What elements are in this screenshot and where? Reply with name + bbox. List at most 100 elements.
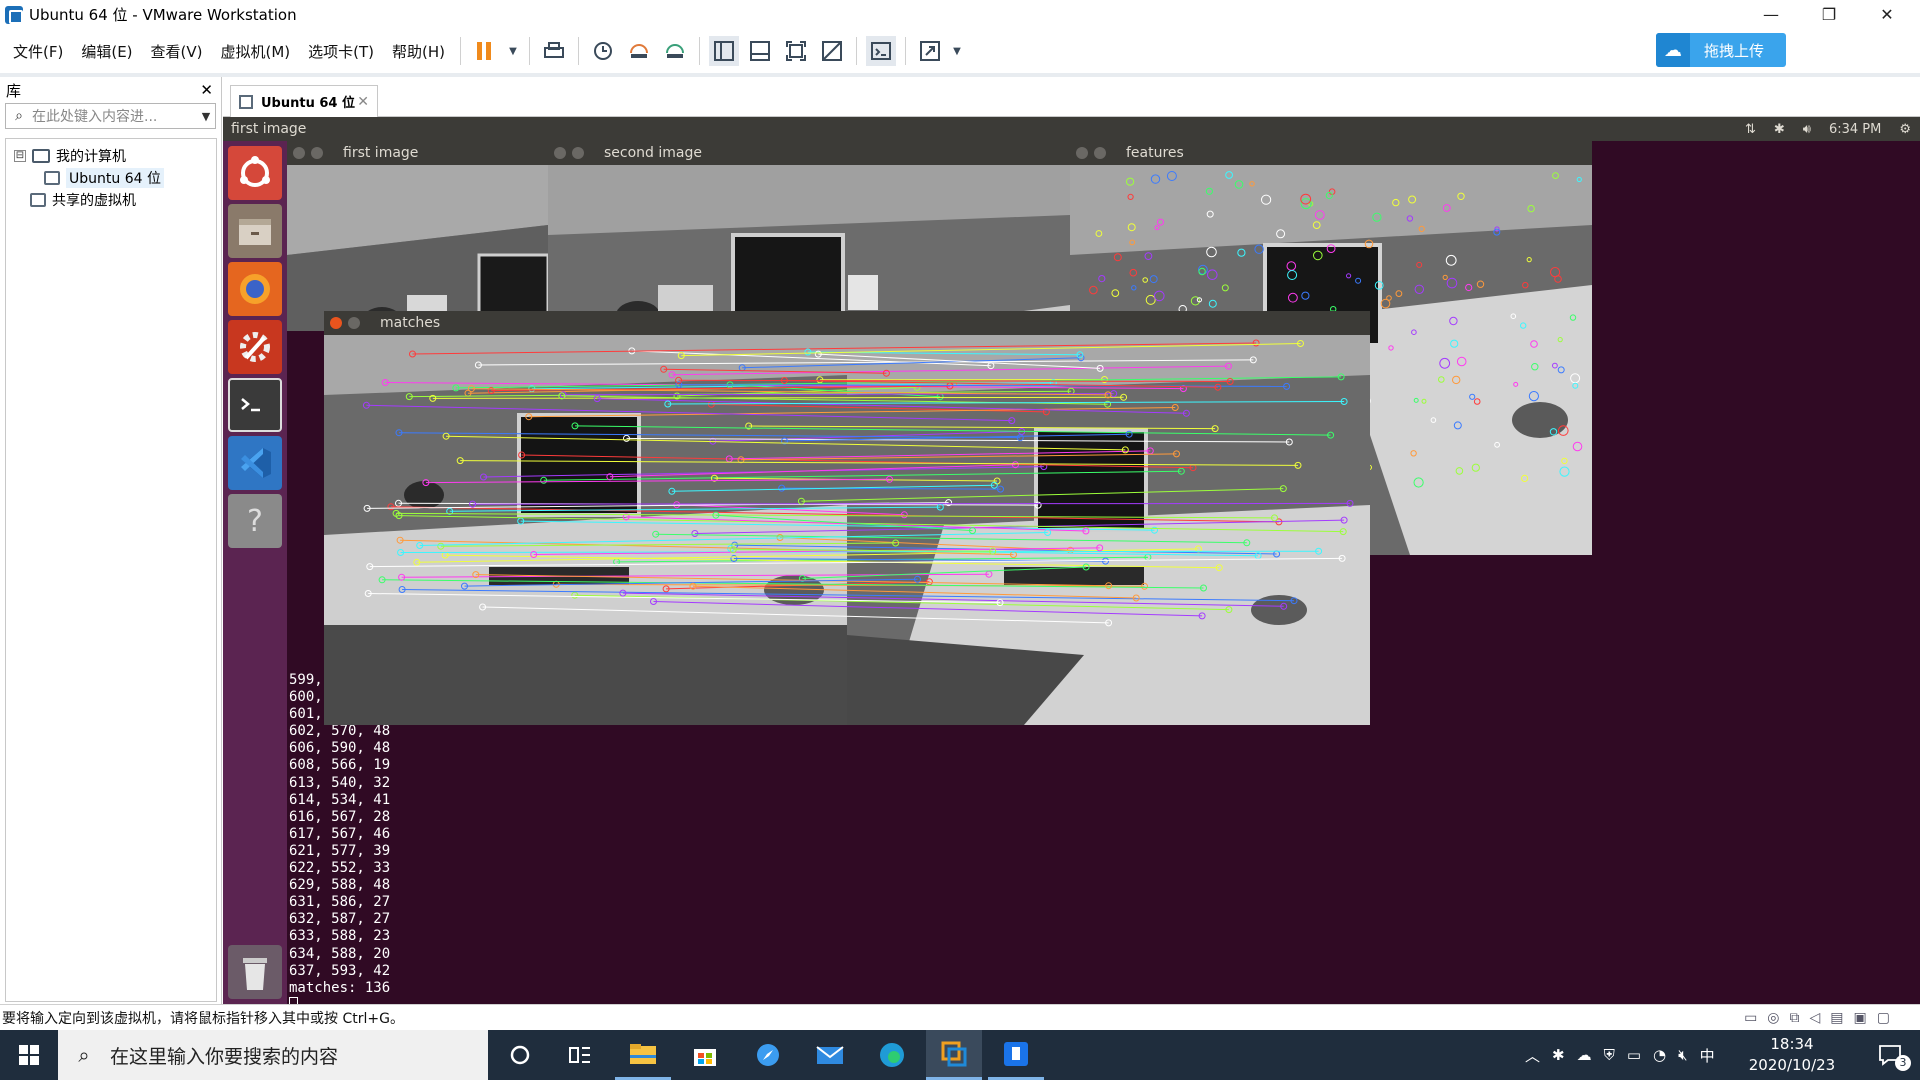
library-close-icon[interactable]: ✕ bbox=[200, 81, 213, 99]
cd-dvd-icon[interactable]: ◎ bbox=[1767, 1010, 1779, 1026]
guest-clock[interactable]: 6:34 PM bbox=[1829, 122, 1881, 137]
tab-close-icon[interactable]: ✕ bbox=[357, 94, 369, 110]
tree-item-ubuntu[interactable]: Ubuntu 64 位 bbox=[6, 167, 216, 189]
guest-screen[interactable]: first image ⇅ ✱ 🔊︎ 6:34 PM ⚙ ? 599, 600,… bbox=[223, 117, 1920, 1004]
send-ctrl-alt-del-icon[interactable] bbox=[539, 36, 569, 66]
software-updater-icon[interactable] bbox=[228, 320, 282, 374]
window-header[interactable]: first image bbox=[287, 141, 548, 165]
menu-view[interactable]: 查看(V) bbox=[142, 41, 212, 62]
stretch-dropdown-icon[interactable]: ▼ bbox=[951, 36, 963, 66]
minimize-window-icon[interactable] bbox=[1094, 147, 1106, 159]
ubuntu-dash-icon[interactable] bbox=[228, 146, 282, 200]
window-header[interactable]: matches bbox=[324, 311, 1370, 335]
menu-tabs[interactable]: 选项卡(T) bbox=[299, 41, 383, 62]
cortana-icon[interactable] bbox=[492, 1030, 548, 1080]
network-icon[interactable]: ⇅ bbox=[1745, 122, 1756, 137]
revert-snapshot-icon[interactable] bbox=[624, 36, 654, 66]
matches-window[interactable]: matches bbox=[324, 311, 1370, 725]
safari-browser-icon[interactable] bbox=[740, 1030, 796, 1080]
firefox-icon[interactable] bbox=[228, 262, 282, 316]
taskbar-clock[interactable]: 18:34 2020/10/23 bbox=[1742, 1034, 1842, 1076]
vmware-taskbar-icon[interactable] bbox=[926, 1030, 982, 1080]
stretch-guest-icon[interactable] bbox=[915, 36, 945, 66]
full-screen-icon[interactable] bbox=[781, 36, 811, 66]
power-dropdown-icon[interactable]: ▼ bbox=[506, 36, 520, 66]
drag-upload-button[interactable]: ☁ 拖拽上传 bbox=[1656, 33, 1786, 67]
volume-icon[interactable]: 🔊︎ bbox=[1803, 122, 1811, 137]
file-explorer-icon[interactable] bbox=[615, 1030, 671, 1080]
help-icon[interactable]: ? bbox=[228, 494, 282, 548]
volume-muted-icon[interactable]: 🔇︎ bbox=[1678, 1046, 1687, 1064]
bluetooth-icon[interactable]: ✱ bbox=[1774, 122, 1785, 137]
hard-disk-icon[interactable]: ▭ bbox=[1744, 1010, 1757, 1026]
task-view-icon[interactable] bbox=[552, 1030, 608, 1080]
search-dropdown-icon[interactable]: ▼ bbox=[197, 110, 215, 123]
files-icon[interactable] bbox=[228, 204, 282, 258]
library-search-input[interactable]: ⌕ 在此处键入内容进... ▼ bbox=[5, 103, 216, 129]
notes-app-icon[interactable] bbox=[988, 1030, 1044, 1080]
mail-icon[interactable] bbox=[802, 1030, 858, 1080]
taskbar-search-input[interactable]: ⌕ 在这里输入你要搜索的内容 bbox=[58, 1030, 488, 1080]
terminal-icon[interactable] bbox=[228, 378, 282, 432]
bluetooth-tray-icon[interactable]: ✱ bbox=[1552, 1046, 1565, 1064]
menu-vm[interactable]: 虚拟机(M) bbox=[212, 41, 300, 62]
window-header[interactable]: second image bbox=[548, 141, 1070, 165]
window-header[interactable]: features bbox=[1070, 141, 1592, 165]
second-image bbox=[548, 165, 1070, 331]
printer-icon[interactable]: ▤ bbox=[1830, 1010, 1843, 1026]
close-window-icon[interactable] bbox=[293, 147, 305, 159]
tree-item-my-computer[interactable]: ⊟ 我的计算机 bbox=[6, 145, 216, 167]
tree-item-shared-vms[interactable]: 共享的虚拟机 bbox=[6, 189, 216, 211]
close-window-icon[interactable] bbox=[554, 147, 566, 159]
display-icon[interactable]: ▣ bbox=[1854, 1010, 1867, 1026]
trash-icon[interactable] bbox=[228, 945, 282, 999]
battery-icon[interactable]: ▭ bbox=[1627, 1046, 1641, 1064]
close-window-icon[interactable] bbox=[1076, 147, 1088, 159]
minimize-window-icon[interactable] bbox=[311, 147, 323, 159]
computer-icon bbox=[32, 149, 50, 163]
snapshot-icon[interactable] bbox=[588, 36, 618, 66]
terminal-line: 634, 588, 20 bbox=[289, 945, 391, 962]
terminal-line: 622, 552, 33 bbox=[289, 860, 391, 877]
show-hidden-icons-icon[interactable]: ︿ bbox=[1525, 1045, 1540, 1066]
close-button[interactable]: ✕ bbox=[1864, 0, 1910, 29]
tab-ubuntu[interactable]: Ubuntu 64 位 ✕ bbox=[230, 85, 378, 117]
pause-icon[interactable] bbox=[470, 36, 500, 66]
terminal-line: 606, 590, 48 bbox=[289, 740, 391, 757]
restore-button[interactable]: ❐ bbox=[1806, 0, 1852, 29]
menu-help[interactable]: 帮助(H) bbox=[383, 41, 454, 62]
terminal-line: 632, 587, 27 bbox=[289, 911, 391, 928]
defender-icon[interactable]: ⛨ bbox=[1604, 1046, 1615, 1064]
close-window-icon[interactable] bbox=[330, 317, 342, 329]
ime-indicator[interactable]: 中 bbox=[1700, 1045, 1715, 1066]
menu-file[interactable]: 文件(F) bbox=[4, 41, 72, 62]
console-view-icon[interactable] bbox=[866, 36, 897, 66]
first-image-window[interactable]: first image bbox=[287, 141, 548, 331]
onedrive-icon[interactable]: ☁ bbox=[1577, 1046, 1592, 1064]
network-adapter-icon[interactable]: ⧉ bbox=[1790, 1010, 1800, 1026]
message-log-icon[interactable]: ▢ bbox=[1877, 1010, 1890, 1026]
vm-icon bbox=[44, 171, 60, 185]
snapshot-manager-icon[interactable] bbox=[660, 36, 690, 66]
wifi-icon[interactable]: ◔ bbox=[1653, 1046, 1666, 1064]
unity-mode-icon[interactable] bbox=[817, 36, 847, 66]
edge-browser-icon[interactable] bbox=[864, 1030, 920, 1080]
terminal-line: 631, 586, 27 bbox=[289, 894, 391, 911]
minimize-window-icon[interactable] bbox=[572, 147, 584, 159]
second-image-window[interactable]: second image bbox=[548, 141, 1070, 331]
minimize-window-icon[interactable] bbox=[348, 317, 360, 329]
show-library-icon[interactable] bbox=[709, 36, 740, 66]
windows-start-icon[interactable] bbox=[0, 1030, 58, 1080]
notification-center-icon[interactable]: 3 bbox=[1862, 1030, 1920, 1080]
minimize-button[interactable]: — bbox=[1748, 0, 1794, 29]
vscode-icon[interactable] bbox=[228, 436, 282, 490]
sound-card-icon[interactable]: ◁ bbox=[1810, 1010, 1821, 1026]
tree-expander[interactable]: ⊟ bbox=[14, 150, 26, 162]
microsoft-store-icon[interactable] bbox=[677, 1030, 733, 1080]
settings-gear-icon[interactable]: ⚙ bbox=[1899, 122, 1911, 137]
menu-edit[interactable]: 编辑(E) bbox=[72, 41, 141, 62]
thumbnail-bar-icon[interactable] bbox=[745, 36, 775, 66]
window-title: matches bbox=[380, 315, 441, 331]
library-tree: ⊟ 我的计算机 Ubuntu 64 位 共享的虚拟机 bbox=[5, 138, 217, 1002]
terminal-line: 617, 567, 46 bbox=[289, 825, 391, 842]
